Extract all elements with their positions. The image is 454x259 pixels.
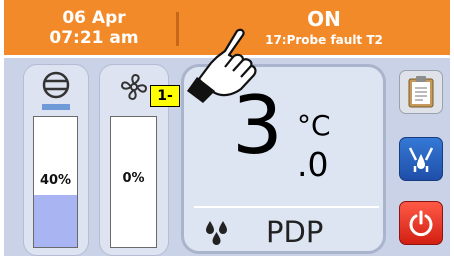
temperature-decimal: .0 [297,145,329,184]
compressor-panel[interactable]: 40% [23,64,89,256]
fan-bar: 0% [110,116,157,248]
callout-label: 1- [150,85,180,107]
time-readout: 07:21 am [49,28,139,48]
compressor-bar: 40% [33,116,78,248]
power-icon [409,210,433,237]
pointing-hand-icon [187,28,257,103]
fan-icon [121,74,147,100]
clipboard-icon [408,76,434,108]
drops-icon [206,221,227,245]
temperature-unit: °C [297,109,331,142]
compressor-percent: 40% [39,173,72,188]
report-button[interactable] [399,70,443,114]
power-button[interactable] [399,201,443,245]
compressor-icon [42,71,70,110]
defrost-button[interactable] [399,137,443,181]
compressor-bar-fill [34,195,77,247]
date-readout: 06 Apr [62,8,126,28]
fan-percent: 0% [122,171,145,186]
mode-label: PDP [266,215,324,249]
display-divider [194,206,379,208]
defrost-icon [408,147,434,172]
